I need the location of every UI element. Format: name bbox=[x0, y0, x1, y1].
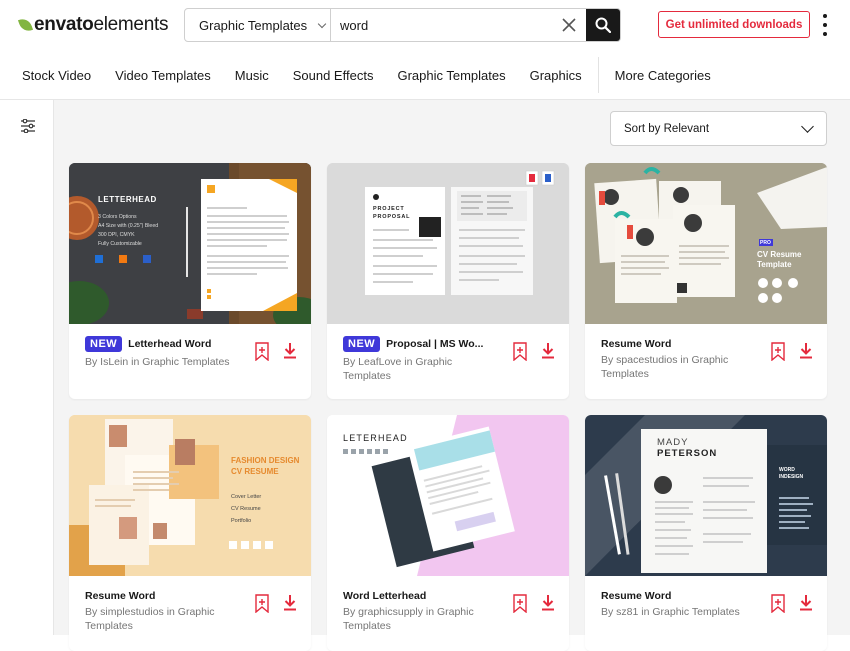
download-icon[interactable] bbox=[799, 342, 813, 359]
thumb-feature: CV Resume bbox=[231, 506, 261, 512]
nav-item-graphics[interactable]: Graphics bbox=[518, 68, 594, 83]
search-button[interactable] bbox=[586, 9, 620, 41]
nav-divider bbox=[597, 57, 599, 93]
thumb-title: MADY PETERSON bbox=[657, 437, 717, 459]
item-card[interactable]: LETTERHEAD 3 Colors Options A4 Size with… bbox=[69, 163, 311, 399]
item-info: Resume Word By sz81 in Graphic Templates bbox=[585, 576, 827, 651]
thumb-title: CV Resume Template bbox=[757, 250, 802, 269]
item-actions bbox=[771, 594, 813, 613]
item-thumbnail[interactable]: LETERHEAD bbox=[327, 415, 569, 576]
item-byline[interactable]: By LeafLove in Graphic Templates bbox=[343, 355, 493, 383]
thumb-feature-list: Cover Letter CV Resume Portfolio bbox=[231, 491, 261, 527]
item-card[interactable]: PROJECT PROPOSAL NEW Proposal | MS Wo...… bbox=[327, 163, 569, 399]
pro-badge: PRO bbox=[760, 240, 771, 246]
search-bar: Graphic Templates bbox=[184, 8, 621, 42]
thumb-title: LETTERHEAD bbox=[98, 195, 157, 204]
get-unlimited-downloads-button[interactable]: Get unlimited downloads bbox=[658, 11, 810, 38]
item-actions bbox=[513, 342, 555, 361]
thumb-feature: Fully Customizable bbox=[98, 241, 142, 247]
bookmark-add-icon[interactable] bbox=[771, 342, 785, 361]
item-actions bbox=[255, 594, 297, 613]
item-byline[interactable]: By IsLein in Graphic Templates bbox=[85, 355, 235, 369]
download-icon[interactable] bbox=[283, 342, 297, 359]
logo-bold: envato bbox=[34, 14, 94, 35]
thumb-title: FASHION DESIGN CV RESUME bbox=[231, 455, 299, 477]
item-byline[interactable]: By spacestudios in Graphic Templates bbox=[601, 353, 751, 381]
cv-resume-preview-image bbox=[585, 163, 827, 324]
leaf-icon bbox=[17, 16, 34, 34]
download-icon[interactable] bbox=[799, 594, 813, 611]
bookmark-add-icon[interactable] bbox=[255, 594, 269, 613]
top-bar: envatoelements Graphic Templates Get unl… bbox=[0, 0, 850, 100]
thumb-feature: Portfolio bbox=[231, 518, 252, 524]
bookmark-add-icon[interactable] bbox=[513, 594, 527, 613]
new-badge: NEW bbox=[343, 336, 381, 352]
nav-item-graphic-templates[interactable]: Graphic Templates bbox=[385, 68, 517, 83]
thumb-feature: A4 Size with (0.25") Bleed bbox=[98, 223, 159, 229]
thumb-heading: CV RESUME bbox=[231, 467, 279, 476]
item-thumbnail[interactable]: PROJECT PROPOSAL bbox=[327, 163, 569, 324]
item-info: NEW Proposal | MS Wo... By LeafLove in G… bbox=[327, 324, 569, 399]
thumb-side-label: WORD INDESIGN bbox=[779, 467, 804, 480]
item-card[interactable]: PRO CV Resume Template Resume Word By sp… bbox=[585, 163, 827, 399]
nav-item-video-templates[interactable]: Video Templates bbox=[103, 68, 223, 83]
item-thumbnail[interactable]: PRO CV Resume Template bbox=[585, 163, 827, 324]
item-info: Resume Word By spacestudios in Graphic T… bbox=[585, 324, 827, 399]
more-menu-icon[interactable] bbox=[821, 14, 829, 36]
envato-logo[interactable]: envato elements bbox=[17, 12, 169, 38]
item-byline[interactable]: By sz81 in Graphic Templates bbox=[601, 605, 771, 619]
item-card[interactable]: MADY PETERSON WORD INDESIGN Resume Word … bbox=[585, 415, 827, 651]
item-byline[interactable]: By graphicsupply in Graphic Templates bbox=[343, 605, 493, 633]
item-info: Word Letterhead By graphicsupply in Grap… bbox=[327, 576, 569, 651]
item-thumbnail[interactable]: MADY PETERSON WORD INDESIGN bbox=[585, 415, 827, 576]
item-title[interactable]: Proposal | MS Wo... bbox=[386, 338, 483, 350]
thumb-heading: FASHION DESIGN bbox=[231, 456, 300, 465]
item-card[interactable]: LETERHEAD Word Letterhead By graphicsupp… bbox=[327, 415, 569, 651]
search-icon bbox=[595, 17, 611, 33]
nav-item-sound-effects[interactable]: Sound Effects bbox=[281, 68, 386, 83]
chevron-down-icon bbox=[317, 19, 327, 28]
item-byline[interactable]: By simplestudios in Graphic Templates bbox=[85, 605, 235, 633]
thumb-title: PROJECT PROPOSAL bbox=[373, 206, 411, 220]
item-actions bbox=[513, 594, 555, 613]
category-nav: Stock Video Video Templates Music Sound … bbox=[0, 56, 723, 94]
bookmark-add-icon[interactable] bbox=[771, 594, 785, 613]
category-select-label: Graphic Templates bbox=[199, 17, 308, 33]
thumb-name-last: PETERSON bbox=[657, 448, 718, 459]
item-info: Resume Word By simplestudios in Graphic … bbox=[69, 576, 311, 651]
filter-sidebar bbox=[0, 100, 54, 635]
item-actions bbox=[771, 342, 813, 361]
thumb-title: LETERHEAD bbox=[343, 433, 408, 443]
sort-label: Sort by Relevant bbox=[624, 122, 710, 135]
item-actions bbox=[255, 342, 297, 361]
thumb-feature: 300 DPI, CMYK bbox=[98, 232, 135, 238]
item-thumbnail[interactable]: FASHION DESIGN CV RESUME Cover Letter CV… bbox=[69, 415, 311, 576]
thumb-feature: 3 Colors Options bbox=[98, 214, 137, 220]
chevron-down-icon bbox=[801, 120, 814, 133]
item-card[interactable]: FASHION DESIGN CV RESUME Cover Letter CV… bbox=[69, 415, 311, 651]
download-icon[interactable] bbox=[541, 594, 555, 611]
item-info: NEW Letterhead Word By IsLein in Graphic… bbox=[69, 324, 311, 399]
filter-icon[interactable] bbox=[20, 119, 36, 133]
bookmark-add-icon[interactable] bbox=[513, 342, 527, 361]
download-icon[interactable] bbox=[283, 594, 297, 611]
nav-item-stock-video[interactable]: Stock Video bbox=[0, 68, 103, 83]
clear-icon[interactable] bbox=[552, 9, 586, 41]
category-select[interactable]: Graphic Templates bbox=[185, 9, 331, 41]
proposal-preview-image bbox=[327, 163, 569, 324]
thumb-feature-list: 3 Colors Options A4 Size with (0.25") Bl… bbox=[98, 213, 158, 249]
download-icon[interactable] bbox=[541, 342, 555, 359]
thumb-feature: Cover Letter bbox=[231, 494, 262, 500]
logo-light: elements bbox=[93, 14, 169, 35]
search-input[interactable] bbox=[331, 9, 552, 41]
item-title[interactable]: Letterhead Word bbox=[128, 338, 211, 350]
new-badge: NEW bbox=[85, 336, 123, 352]
thumb-name-first: MADY bbox=[657, 437, 689, 448]
fashion-cv-preview-image bbox=[69, 415, 311, 576]
nav-item-music[interactable]: Music bbox=[223, 68, 281, 83]
item-thumbnail[interactable]: LETTERHEAD 3 Colors Options A4 Size with… bbox=[69, 163, 311, 324]
sort-dropdown[interactable]: Sort by Relevant bbox=[610, 111, 827, 146]
nav-item-more-categories[interactable]: More Categories bbox=[603, 68, 723, 83]
bookmark-add-icon[interactable] bbox=[255, 342, 269, 361]
